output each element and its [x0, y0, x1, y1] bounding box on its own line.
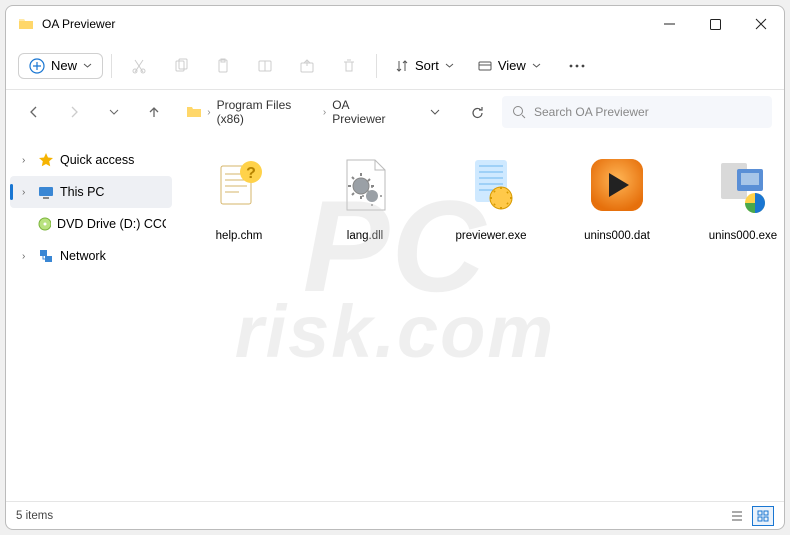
- file-name: lang.dll: [347, 230, 383, 242]
- sidebar-item-network[interactable]: › Network: [6, 240, 176, 272]
- explorer-window: OA Previewer New Sort View: [5, 5, 785, 530]
- exe-icon: [447, 146, 535, 224]
- new-label: New: [51, 58, 77, 73]
- installer-icon: [699, 146, 784, 224]
- divider: [376, 54, 377, 78]
- network-icon: [38, 248, 54, 264]
- details-view-button[interactable]: [726, 506, 748, 526]
- file-name: help.chm: [216, 230, 263, 242]
- sidebar-item-dvd[interactable]: DVD Drive (D:) CCCC: [6, 208, 176, 240]
- titlebar: OA Previewer: [6, 6, 784, 42]
- minimize-button[interactable]: [646, 6, 692, 42]
- search-placeholder: Search OA Previewer: [534, 105, 649, 119]
- chevron-right-icon: ›: [22, 187, 32, 198]
- chm-icon: ?: [195, 146, 283, 224]
- view-button[interactable]: View: [468, 54, 551, 77]
- file-item[interactable]: ? help.chm: [186, 146, 292, 242]
- file-item[interactable]: unins000.exe: [690, 146, 784, 242]
- breadcrumb[interactable]: › Program Files (x86) › OA Previewer: [178, 96, 410, 128]
- view-label: View: [498, 58, 526, 73]
- file-item[interactable]: unins000.dat: [564, 146, 670, 242]
- search-icon: [512, 105, 526, 119]
- refresh-button[interactable]: [460, 105, 494, 120]
- breadcrumb-segment[interactable]: Program Files (x86): [217, 98, 317, 126]
- back-button[interactable]: [18, 96, 50, 128]
- up-button[interactable]: [138, 96, 170, 128]
- close-button[interactable]: [738, 6, 784, 42]
- delete-button[interactable]: [330, 48, 368, 84]
- window-title: OA Previewer: [42, 17, 646, 31]
- search-input[interactable]: Search OA Previewer: [502, 96, 772, 128]
- sort-button[interactable]: Sort: [385, 54, 464, 77]
- toolbar: New Sort View: [6, 42, 784, 90]
- file-pane: ? help.chm lang.dll previewer.exe: [176, 134, 784, 501]
- file-name: unins000.dat: [584, 230, 650, 242]
- sidebar-item-this-pc[interactable]: › This PC: [10, 176, 172, 208]
- item-count: 5 items: [16, 510, 53, 522]
- star-icon: [38, 152, 54, 168]
- sidebar-item-label: DVD Drive (D:) CCCC: [57, 217, 166, 231]
- file-name: unins000.exe: [709, 230, 777, 242]
- icons-view-button[interactable]: [752, 506, 774, 526]
- rename-button[interactable]: [246, 48, 284, 84]
- chevron-right-icon: ›: [22, 251, 32, 262]
- paste-button[interactable]: [204, 48, 242, 84]
- pc-icon: [38, 184, 54, 200]
- statusbar: 5 items: [6, 501, 784, 529]
- disc-icon: [37, 216, 51, 232]
- file-item[interactable]: lang.dll: [312, 146, 418, 242]
- address-row: › Program Files (x86) › OA Previewer Sea…: [6, 90, 784, 134]
- file-name: previewer.exe: [456, 230, 527, 242]
- new-button[interactable]: New: [18, 53, 103, 79]
- sidebar-item-label: Network: [60, 249, 106, 263]
- chevron-right-icon: ›: [22, 155, 32, 166]
- dll-icon: [321, 146, 409, 224]
- sidebar-item-label: Quick access: [60, 153, 134, 167]
- chevron-right-icon: ›: [207, 107, 210, 118]
- folder-icon: [186, 104, 201, 120]
- sort-label: Sort: [415, 58, 439, 73]
- recent-dropdown[interactable]: [98, 96, 130, 128]
- cut-button[interactable]: [120, 48, 158, 84]
- breadcrumb-segment[interactable]: OA Previewer: [332, 98, 402, 126]
- body: › Quick access › This PC DVD Drive (D:) …: [6, 134, 784, 501]
- dat-icon: [573, 146, 661, 224]
- more-button[interactable]: [555, 48, 599, 84]
- sidebar-item-label: This PC: [60, 185, 104, 199]
- share-button[interactable]: [288, 48, 326, 84]
- file-item[interactable]: previewer.exe: [438, 146, 544, 242]
- breadcrumb-dropdown[interactable]: [418, 107, 452, 117]
- folder-icon: [18, 16, 34, 32]
- copy-button[interactable]: [162, 48, 200, 84]
- forward-button[interactable]: [58, 96, 90, 128]
- divider: [111, 54, 112, 78]
- sidebar-item-quick-access[interactable]: › Quick access: [6, 144, 176, 176]
- chevron-right-icon: ›: [323, 107, 326, 118]
- svg-text:?: ?: [246, 165, 256, 182]
- view-toggle: [726, 506, 774, 526]
- maximize-button[interactable]: [692, 6, 738, 42]
- nav-pane: › Quick access › This PC DVD Drive (D:) …: [6, 134, 176, 501]
